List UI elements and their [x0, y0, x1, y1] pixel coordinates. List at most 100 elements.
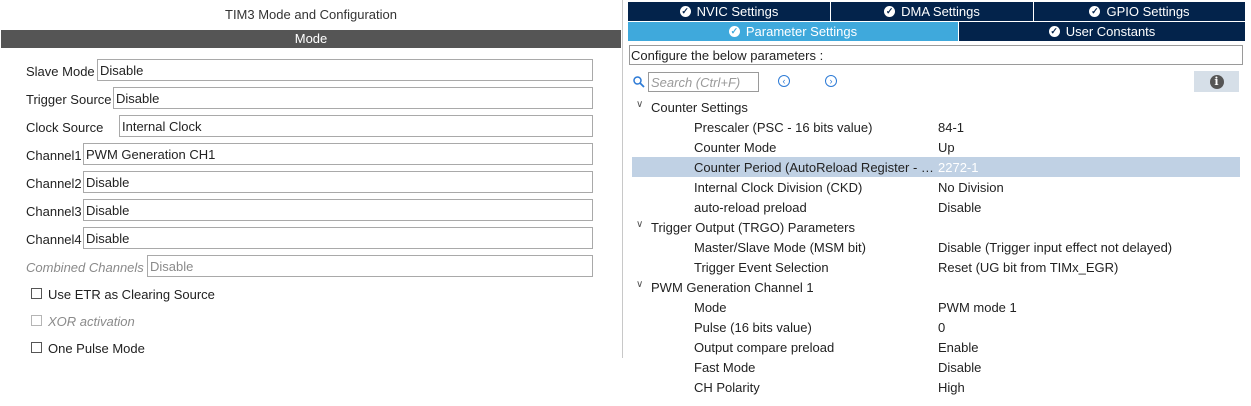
info-icon: i — [1209, 74, 1224, 89]
section-title: PWM Generation Channel 1 — [651, 280, 814, 295]
tab-user-constants[interactable]: ✓ User Constants — [959, 22, 1245, 41]
param-value[interactable]: Disable — [938, 360, 981, 375]
clock-source-select[interactable]: Internal Clock — [119, 115, 593, 137]
chevron-down-icon: ∨ — [636, 219, 644, 230]
param-row[interactable]: Pulse (16 bits value) 0 — [632, 317, 1240, 337]
tab-nvic-settings[interactable]: ✓ NVIC Settings — [628, 2, 831, 21]
chevron-down-icon: ∨ — [636, 279, 644, 290]
param-value[interactable]: Disable (Trigger input effect not delaye… — [938, 240, 1172, 255]
panel-splitter[interactable] — [622, 0, 623, 358]
param-row[interactable]: Trigger Event Selection Reset (UG bit fr… — [632, 257, 1240, 277]
use-etr-label: Use ETR as Clearing Source — [48, 287, 215, 302]
combined-channels-label: Combined Channels — [26, 260, 144, 275]
section-counter-settings[interactable]: ∨ Counter Settings — [628, 97, 1245, 117]
param-value[interactable]: Enable — [938, 340, 978, 355]
configure-hint: Configure the below parameters : — [629, 45, 1243, 65]
section-pwm-generation-channel1[interactable]: ∨ PWM Generation Channel 1 — [628, 277, 1245, 297]
channel3-row: Channel3 Disable — [26, 199, 593, 223]
xor-activation-label: XOR activation — [48, 314, 135, 329]
one-pulse-mode-checkbox[interactable] — [31, 342, 42, 353]
search-next-icon[interactable]: › — [825, 75, 837, 87]
section-title: Counter Settings — [651, 100, 748, 115]
channel4-row: Channel4 Disable — [26, 227, 593, 251]
channel2-label: Channel2 — [26, 176, 82, 191]
param-name: auto-reload preload — [694, 200, 807, 215]
param-name: Trigger Event Selection — [694, 260, 829, 275]
param-row-selected[interactable]: Counter Period (AutoReload Register - … … — [632, 157, 1240, 177]
slave-mode-row: Slave Mode Disable — [26, 59, 593, 83]
param-row[interactable]: auto-reload preload Disable — [632, 197, 1240, 217]
use-etr-checkbox[interactable] — [31, 288, 42, 299]
channel3-select[interactable]: Disable — [83, 199, 593, 221]
param-row[interactable]: Prescaler (PSC - 16 bits value) 84-1 — [632, 117, 1240, 137]
param-value[interactable]: High — [938, 380, 965, 395]
chevron-down-icon: ∨ — [636, 99, 644, 110]
tab-label: DMA Settings — [901, 4, 980, 19]
param-row[interactable]: Master/Slave Mode (MSM bit) Disable (Tri… — [632, 237, 1240, 257]
tab-label: GPIO Settings — [1106, 4, 1190, 19]
tab-dma-settings[interactable]: ✓ DMA Settings — [831, 2, 1034, 21]
param-row[interactable]: Mode PWM mode 1 — [632, 297, 1240, 317]
param-name: Fast Mode — [694, 360, 756, 375]
param-value[interactable]: Disable — [938, 200, 981, 215]
check-circle-icon: ✓ — [1048, 26, 1060, 37]
param-row[interactable]: CH Polarity High — [632, 377, 1240, 397]
one-pulse-mode-label: One Pulse Mode — [48, 341, 145, 356]
trigger-source-row: Trigger Source Disable — [26, 87, 593, 111]
param-value[interactable]: 0 — [938, 320, 945, 335]
clock-source-label: Clock Source — [26, 120, 104, 135]
tim3-mode-panel: TIM3 Mode and Configuration Mode Slave M… — [0, 0, 622, 358]
channel1-row: Channel1 PWM Generation CH1 — [26, 143, 593, 167]
tab-gpio-settings[interactable]: ✓ GPIO Settings — [1034, 2, 1245, 21]
param-name: Pulse (16 bits value) — [694, 320, 812, 335]
param-row[interactable]: Fast Mode Disable — [632, 357, 1240, 377]
tab-label: User Constants — [1065, 24, 1156, 39]
tab-label: Parameter Settings — [745, 24, 858, 39]
param-value[interactable]: Reset (UG bit from TIMx_EGR) — [938, 260, 1118, 275]
param-row[interactable]: Output compare preload Enable — [632, 337, 1240, 357]
check-circle-icon: ✓ — [1089, 6, 1101, 17]
check-circle-icon: ✓ — [728, 26, 740, 37]
search-previous-icon[interactable]: ‹ — [778, 75, 790, 87]
trigger-source-label: Trigger Source — [26, 92, 112, 107]
param-name: Master/Slave Mode (MSM bit) — [694, 240, 866, 255]
tim3-configuration-panel: ✓ NVIC Settings ✓ DMA Settings ✓ GPIO Se… — [628, 0, 1245, 406]
channel1-select[interactable]: PWM Generation CH1 — [83, 143, 593, 165]
param-value[interactable]: 84-1 — [938, 120, 964, 135]
channel4-select[interactable]: Disable — [83, 227, 593, 249]
clock-source-row: Clock Source Internal Clock — [26, 115, 593, 139]
param-value[interactable]: PWM mode 1 — [938, 300, 1017, 315]
param-row[interactable]: Internal Clock Division (CKD) No Divisio… — [632, 177, 1240, 197]
param-name: Output compare preload — [694, 340, 835, 355]
check-circle-icon: ✓ — [679, 6, 691, 17]
combined-channels-row: Combined Channels Disable — [26, 255, 593, 279]
settings-tab-row-top: ✓ NVIC Settings ✓ DMA Settings ✓ GPIO Se… — [628, 2, 1245, 22]
slave-mode-select[interactable]: Disable — [97, 59, 593, 81]
search-input[interactable]: Search (Ctrl+F) — [648, 72, 759, 92]
channel2-row: Channel2 Disable — [26, 171, 593, 195]
trigger-source-select[interactable]: Disable — [113, 87, 593, 109]
channel2-select[interactable]: Disable — [83, 171, 593, 193]
info-button[interactable]: i — [1194, 71, 1239, 92]
channel3-label: Channel3 — [26, 204, 82, 219]
channel4-label: Channel4 — [26, 232, 82, 247]
combined-channels-select: Disable — [147, 255, 593, 277]
param-name: Prescaler (PSC - 16 bits value) — [694, 120, 873, 135]
param-name: Internal Clock Division (CKD) — [694, 180, 863, 195]
mode-section-header[interactable]: Mode — [1, 30, 621, 48]
slave-mode-label: Slave Mode — [26, 64, 95, 79]
tab-parameter-settings[interactable]: ✓ Parameter Settings — [628, 22, 959, 41]
param-value[interactable]: 2272-1 — [938, 160, 978, 175]
param-row[interactable]: Counter Mode Up — [632, 137, 1240, 157]
panel-title: TIM3 Mode and Configuration — [225, 7, 397, 22]
section-title: Trigger Output (TRGO) Parameters — [651, 220, 855, 235]
param-value[interactable]: No Division — [938, 180, 1004, 195]
section-trigger-output[interactable]: ∨ Trigger Output (TRGO) Parameters — [628, 217, 1245, 237]
param-name: CH Polarity — [694, 380, 760, 395]
xor-activation-checkbox — [31, 315, 42, 326]
param-name: Counter Mode — [694, 140, 777, 155]
param-name: Mode — [694, 300, 727, 315]
check-circle-icon: ✓ — [884, 6, 896, 17]
param-value[interactable]: Up — [938, 140, 955, 155]
settings-tab-row-bottom: ✓ Parameter Settings ✓ User Constants — [628, 22, 1245, 42]
